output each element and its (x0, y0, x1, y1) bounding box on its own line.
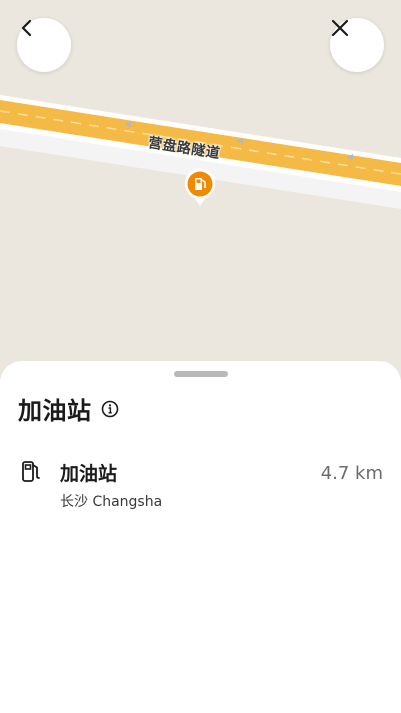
chevron-left-icon (21, 19, 32, 37)
fuel-pump-glyph (22, 461, 40, 482)
result-list-item[interactable]: 加油站 长沙 Changsha 4.7 km (0, 449, 401, 513)
sheet-drag-handle[interactable] (174, 371, 228, 377)
result-name: 加油站 (60, 463, 118, 485)
sheet-title: 加油站 (18, 397, 92, 425)
bottom-sheet: 加油站 加油站 长沙 Changsha 4.7 km (0, 361, 401, 713)
fuel-pin-icon (185, 168, 215, 206)
back-button[interactable] (17, 18, 71, 72)
map-view[interactable]: 营盘路隧道 (0, 0, 401, 380)
sheet-header: 加油站 (18, 391, 119, 426)
close-icon (331, 19, 349, 37)
info-circle-glyph (101, 400, 118, 417)
result-distance: 4.7 km (320, 463, 383, 484)
info-icon[interactable] (101, 400, 119, 418)
fuel-pump-icon (19, 459, 43, 483)
gas-station-pin[interactable] (184, 168, 216, 208)
close-button[interactable] (330, 18, 384, 72)
result-location: 长沙 Changsha (60, 494, 163, 510)
